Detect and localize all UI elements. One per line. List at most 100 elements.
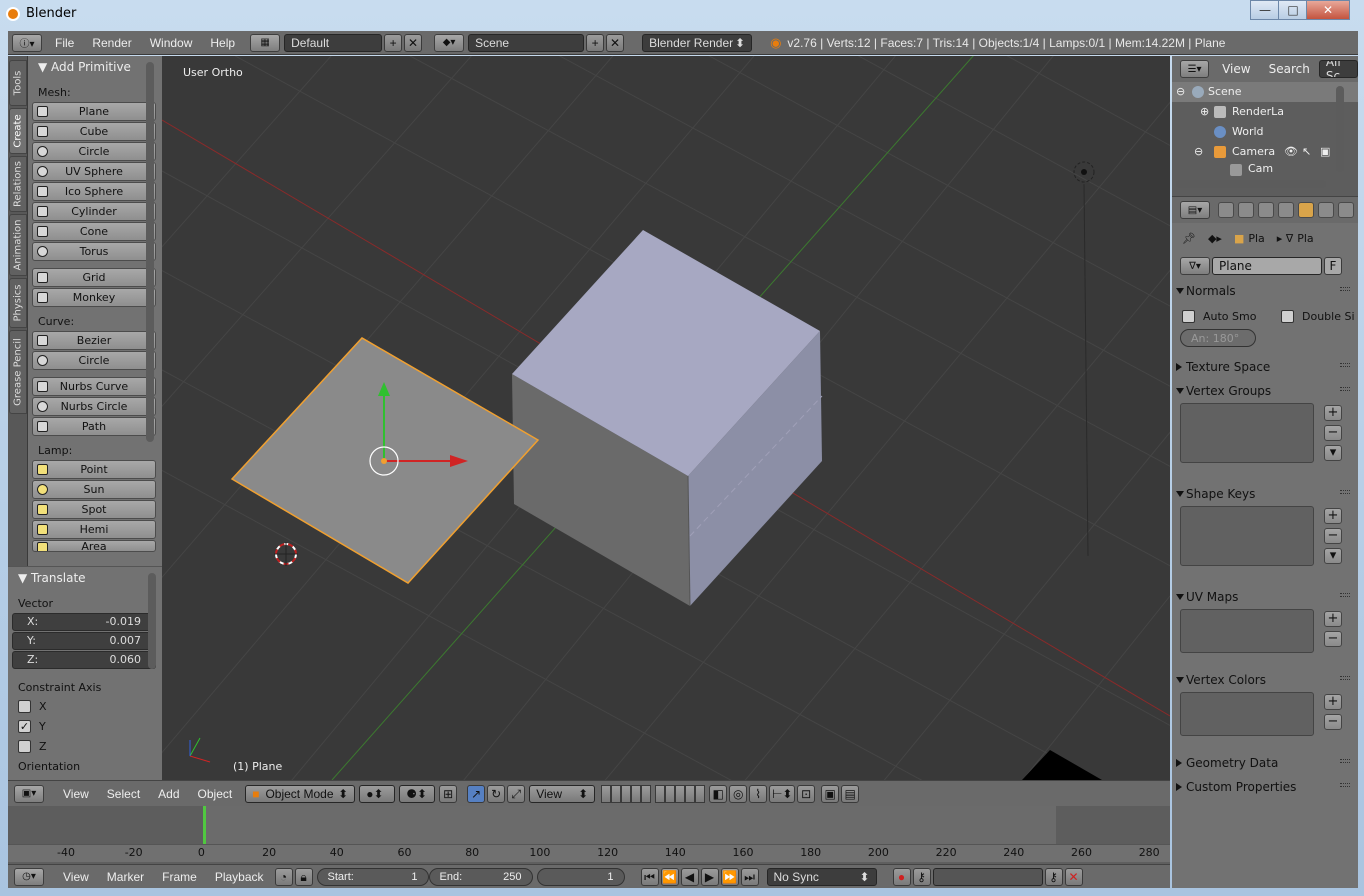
- add-ico-sphere-button[interactable]: Ico Sphere: [32, 182, 156, 201]
- remove-vertex-color-button[interactable]: −: [1324, 714, 1342, 730]
- vertex-groups-header[interactable]: Vertex Groups: [1172, 379, 1358, 403]
- uv-maps-list[interactable]: [1180, 609, 1314, 653]
- opengl-anim-icon[interactable]: ▤: [841, 784, 860, 803]
- add-primitive-scrollbar[interactable]: [146, 62, 154, 442]
- delete-keyframe-icon[interactable]: ✕: [1064, 867, 1083, 886]
- world-tab-icon[interactable]: [1278, 202, 1294, 218]
- remove-uv-map-button[interactable]: −: [1324, 631, 1342, 647]
- texture-space-header[interactable]: Texture Space: [1172, 355, 1358, 379]
- menu-file[interactable]: File: [46, 36, 83, 50]
- tl-menu-marker[interactable]: Marker: [98, 870, 153, 884]
- menu-window[interactable]: Window: [141, 36, 202, 50]
- layer-buttons-b[interactable]: [655, 784, 706, 803]
- scene-tab-icon[interactable]: [1258, 202, 1274, 218]
- jump-keyframe-forward-icon[interactable]: ⏩: [720, 867, 739, 886]
- current-frame-field[interactable]: 1: [536, 867, 625, 886]
- checkbox-z[interactable]: [18, 739, 31, 753]
- end-frame-field[interactable]: End: 250: [428, 867, 533, 886]
- 3d-viewport[interactable]: User Ortho (1) Plane: [162, 56, 1170, 780]
- menu-help[interactable]: Help: [201, 36, 244, 50]
- mode-select[interactable]: ■ Object Mode ⬍: [245, 784, 356, 803]
- translate-scrollbar[interactable]: [148, 573, 156, 669]
- maximize-button[interactable]: □: [1278, 0, 1308, 20]
- vp-menu-add[interactable]: Add: [149, 787, 188, 801]
- constraints-tab-icon[interactable]: [1318, 202, 1334, 218]
- vertex-groups-list[interactable]: [1180, 403, 1314, 463]
- add-cone-button[interactable]: Cone: [32, 222, 156, 241]
- pin-icon[interactable]: 📌︎: [1182, 232, 1196, 245]
- jump-keyframe-back-icon[interactable]: ⏪: [660, 867, 679, 886]
- scene-icon[interactable]: ◆▾: [434, 33, 465, 52]
- render-camera-icon[interactable]: ▣: [1320, 142, 1330, 162]
- lock-layers-icon[interactable]: ◧: [709, 784, 728, 803]
- add-grid-button[interactable]: Grid: [32, 268, 156, 287]
- shape-key-menu-button[interactable]: ▾: [1324, 548, 1342, 564]
- timeline-ruler[interactable]: -40 -20 0 20 40 60 80 100 120 140 160 180 200 220 240 2…: [8, 844, 1170, 862]
- jump-end-icon[interactable]: ⏭: [740, 867, 759, 886]
- translate-header[interactable]: ▼ Translate: [8, 567, 162, 589]
- geometry-data-header[interactable]: Geometry Data: [1172, 751, 1358, 775]
- vertex-group-menu-button[interactable]: ▾: [1324, 445, 1342, 461]
- remove-vertex-group-button[interactable]: −: [1324, 425, 1342, 441]
- add-monkey-button[interactable]: Monkey: [32, 288, 156, 307]
- timeline[interactable]: -40 -20 0 20 40 60 80 100 120 140 160 180 200 220 240 2…: [8, 806, 1170, 864]
- vp-menu-view[interactable]: View: [54, 787, 98, 801]
- add-sun-lamp-button[interactable]: Sun: [32, 480, 156, 499]
- add-spot-lamp-button[interactable]: Spot: [32, 500, 156, 519]
- add-nurbs-curve-button[interactable]: Nurbs Curve: [32, 377, 156, 396]
- shape-keys-header[interactable]: Shape Keys: [1172, 482, 1358, 506]
- remove-screen-button[interactable]: ✕: [404, 33, 423, 52]
- mesh-name-field[interactable]: Plane: [1212, 257, 1322, 275]
- add-bezier-button[interactable]: Bezier: [32, 331, 156, 350]
- pivot-select[interactable]: ⚈⬍: [399, 784, 436, 803]
- tab-relations[interactable]: Relations: [9, 156, 27, 212]
- add-vertex-group-button[interactable]: +: [1324, 405, 1342, 421]
- modifiers-tab-icon[interactable]: [1338, 202, 1354, 218]
- tab-grease-pencil[interactable]: Grease Pencil: [9, 330, 27, 414]
- checkbox-x[interactable]: [18, 699, 31, 713]
- add-primitive-header[interactable]: ▼ Add Primitive: [28, 56, 162, 78]
- viewport-editor-type[interactable]: ▣▾: [14, 784, 44, 803]
- scale-manipulator-icon[interactable]: ⤢: [507, 784, 526, 803]
- outliner-editor-type[interactable]: ☰▾: [1180, 60, 1210, 78]
- tl-menu-view[interactable]: View: [54, 870, 98, 884]
- vertex-colors-list[interactable]: [1180, 692, 1314, 736]
- add-cube-button[interactable]: Cube: [32, 122, 156, 141]
- outliner-item-scene[interactable]: ⊖ Scene: [1172, 82, 1358, 102]
- tl-menu-playback[interactable]: Playback: [206, 870, 273, 884]
- constraint-z[interactable]: Z: [8, 736, 162, 756]
- ol-menu-view[interactable]: View: [1213, 62, 1259, 76]
- render-engine-select[interactable]: Blender Render ⬍: [642, 33, 753, 52]
- outliner-scrollbar-h[interactable]: [1176, 180, 1326, 188]
- scene-field[interactable]: Scene: [468, 33, 585, 52]
- custom-properties-header[interactable]: Custom Properties: [1172, 775, 1358, 799]
- translate-y-field[interactable]: Y: 0.007: [12, 632, 156, 650]
- add-nurbs-circle-button[interactable]: Nurbs Circle: [32, 397, 156, 416]
- normals-header[interactable]: Normals: [1172, 279, 1358, 303]
- add-scene-button[interactable]: +: [586, 33, 605, 52]
- render-tab-icon[interactable]: [1218, 202, 1234, 218]
- add-cylinder-button[interactable]: Cylinder: [32, 202, 156, 221]
- snap-icon[interactable]: ⌇: [749, 784, 768, 803]
- add-shape-key-button[interactable]: +: [1324, 508, 1342, 524]
- proportional-edit-icon[interactable]: ◎: [729, 784, 748, 803]
- outliner-item-world[interactable]: World: [1172, 122, 1358, 142]
- add-area-lamp-button[interactable]: Area: [32, 540, 156, 552]
- constraint-x[interactable]: X: [8, 696, 162, 716]
- timeline-editor-type[interactable]: ◷▾: [14, 867, 44, 886]
- add-plane-button[interactable]: Plane: [32, 102, 156, 121]
- rotate-manipulator-icon[interactable]: ↻: [487, 784, 506, 803]
- constraint-y[interactable]: ✓ Y: [8, 716, 162, 736]
- auto-keying-icon[interactable]: ●: [892, 867, 911, 886]
- vp-menu-select[interactable]: Select: [98, 787, 149, 801]
- tl-menu-frame[interactable]: Frame: [153, 870, 206, 884]
- outliner-item-renderlayers[interactable]: ⊕ RenderLa: [1172, 102, 1358, 122]
- jump-start-icon[interactable]: ⏮: [640, 867, 659, 886]
- translate-manipulator-icon[interactable]: ↗: [467, 784, 486, 803]
- translate-z-field[interactable]: Z: 0.060: [12, 651, 156, 669]
- tab-tools[interactable]: Tools: [9, 60, 27, 106]
- play-icon[interactable]: ▶: [700, 867, 719, 886]
- snap-element-icon[interactable]: ⊢⬍: [769, 784, 796, 803]
- ol-menu-search[interactable]: Search: [1260, 62, 1319, 76]
- opengl-render-icon[interactable]: ▣: [821, 784, 840, 803]
